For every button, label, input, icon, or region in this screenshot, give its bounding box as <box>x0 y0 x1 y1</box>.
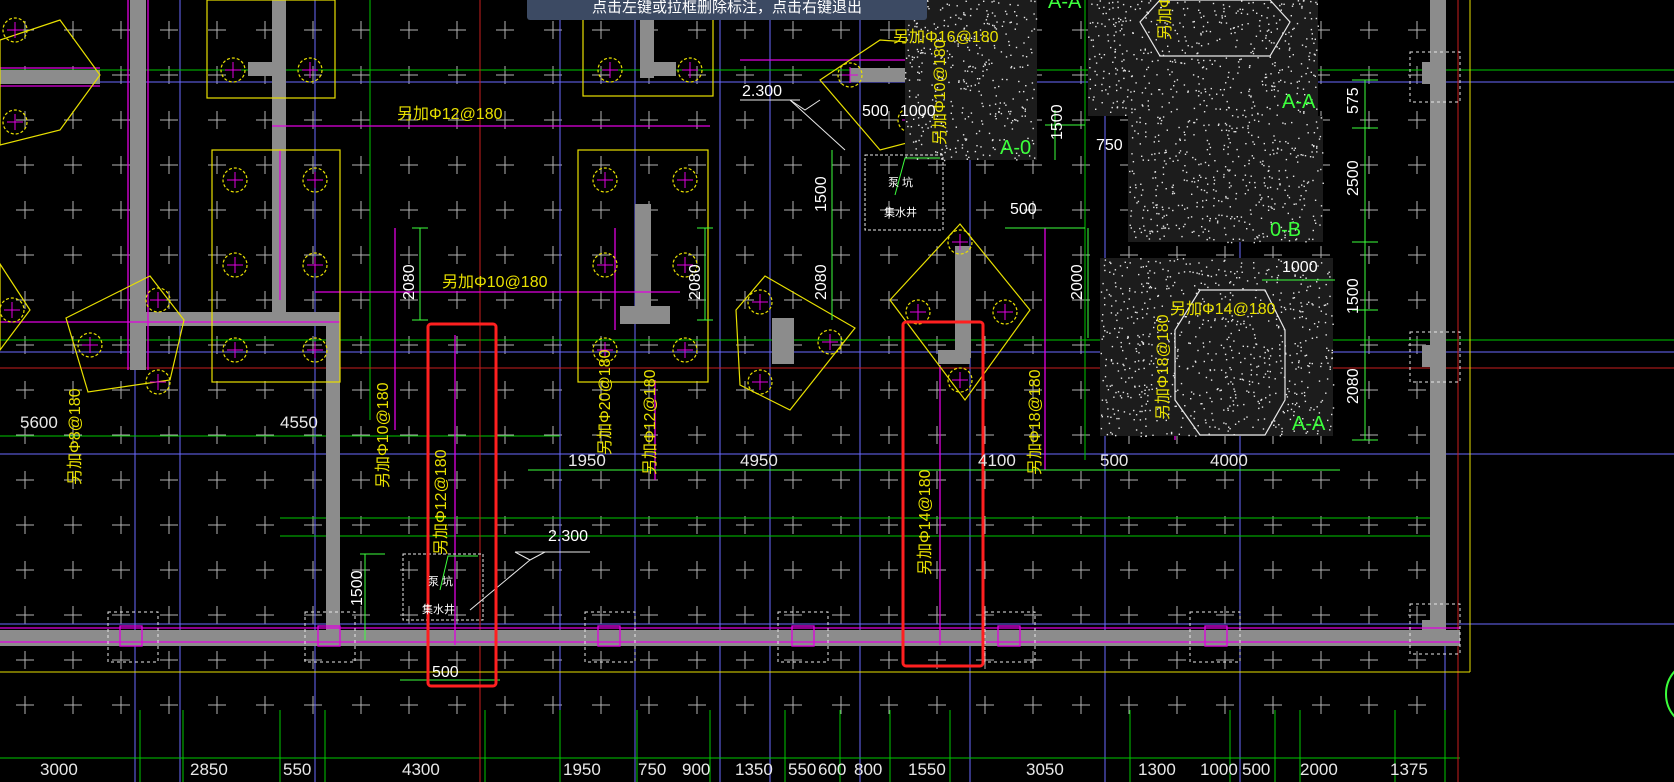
section-mark-aa-mid: A-A <box>1282 91 1316 113</box>
section-mark-aa-bot: A-A <box>1292 413 1326 435</box>
elevation-bottom: 2.300 <box>548 528 588 545</box>
dim-500-a: 500 <box>862 103 889 120</box>
dim-bottom-1350: 1350 <box>735 760 773 779</box>
pump-pit-label-right: 泵 坑 <box>888 175 913 189</box>
dim-2080-c: 2080 <box>813 264 830 300</box>
dim-bottom-550b: 550 <box>788 760 816 779</box>
dim-bottom-1950: 1950 <box>563 760 601 779</box>
rebar-label-phi10-vert: 另加Φ10@180 <box>374 382 392 488</box>
dim-bottom-800: 800 <box>854 760 882 779</box>
dim-1000-a: 1000 <box>900 103 936 120</box>
rebar-label-phi18-right: 另加Φ18@180 <box>1154 314 1172 420</box>
collection-well-label-right: 集水井 <box>884 205 917 219</box>
dim-bottom-550: 550 <box>283 760 311 779</box>
dim-bottom-1000: 1000 <box>1200 760 1238 779</box>
rebar-label-phi12-b: 另加Φ12@180 <box>641 369 659 475</box>
elevation-top: 2.300 <box>742 83 782 100</box>
dim-2500: 2500 <box>1345 160 1362 196</box>
dim-500: 500 <box>1100 451 1128 470</box>
rebar-label-phi14-right: 另加Φ14@180 <box>1170 300 1276 318</box>
dim-bottom-1375: 1375 <box>1390 760 1428 779</box>
dim-500-b: 500 <box>1010 201 1037 218</box>
rebar-label-phi8-vert: 另加Φ8@180 <box>66 388 84 485</box>
dim-bottom-900: 900 <box>682 760 710 779</box>
rebar-label-phi20: 另加Φ20@180 <box>596 349 614 455</box>
dim-2080-right: 2080 <box>1345 368 1362 404</box>
dim-575: 575 <box>1345 87 1362 114</box>
dim-1500-d: 1500 <box>349 570 366 606</box>
dim-2080-a: 2080 <box>401 264 418 300</box>
dim-bottom-600: 600 <box>818 760 846 779</box>
section-mark-aa-top: A-A <box>1048 0 1082 13</box>
dim-bottom-3000: 3000 <box>40 760 78 779</box>
rebar-label-phi8-top: 另加Φ8 <box>1156 0 1174 40</box>
rebar-label-phi18: 另加Φ18@180 <box>1026 369 1044 475</box>
rebar-label-phi12-selected: 另加Φ12@180 <box>432 449 450 555</box>
dim-bottom-4300: 4300 <box>402 760 440 779</box>
dim-bottom-1300: 1300 <box>1138 760 1176 779</box>
dim-4950: 4950 <box>740 451 778 470</box>
dim-1000-b: 1000 <box>1282 259 1318 276</box>
dim-750: 750 <box>1096 137 1123 154</box>
section-mark-0b: 0-B <box>1270 219 1301 241</box>
rebar-label-phi10-mid: 另加Φ10@180 <box>442 273 548 291</box>
cad-drawing-canvas[interactable]: 5600 4550 1950 4950 4100 500 4000 3000 2… <box>0 0 1674 782</box>
dim-4550: 4550 <box>280 413 318 432</box>
dim-1500-c: 1500 <box>1345 278 1362 314</box>
command-prompt-text: 点击左键或拉框删除标注，点击右键退出 <box>591 0 862 16</box>
dim-4000: 4000 <box>1210 451 1248 470</box>
dim-2000: 2000 <box>1069 264 1086 300</box>
rebar-label-phi10-top: 另加Φ10@180 <box>931 39 949 145</box>
dim-bottom-500: 500 <box>1242 760 1270 779</box>
dim-bottom-2850: 2850 <box>190 760 228 779</box>
dim-1500-b: 1500 <box>1049 104 1066 140</box>
dim-bottom-1550: 1550 <box>908 760 946 779</box>
dim-bottom-2000: 2000 <box>1300 760 1338 779</box>
dim-4100: 4100 <box>978 451 1016 470</box>
section-mark-a0: A-0 <box>1000 137 1031 159</box>
rebar-label-phi12-top: 另加Φ12@180 <box>397 105 503 123</box>
dim-2080-b: 2080 <box>687 264 704 300</box>
command-prompt-tooltip: 点击左键或拉框删除标注，点击右键退出 <box>527 0 927 20</box>
dim-bottom-750: 750 <box>638 760 666 779</box>
dim-500-c: 500 <box>432 664 459 681</box>
dim-1500-a: 1500 <box>813 176 830 212</box>
collection-well-label-left: 集水井 <box>422 602 455 616</box>
dim-bottom-3050: 3050 <box>1026 760 1064 779</box>
pump-pit-label-left: 泵 坑 <box>428 574 453 588</box>
dim-5600: 5600 <box>20 413 58 432</box>
rebar-label-phi14-selected: 另加Φ14@180 <box>916 469 934 575</box>
